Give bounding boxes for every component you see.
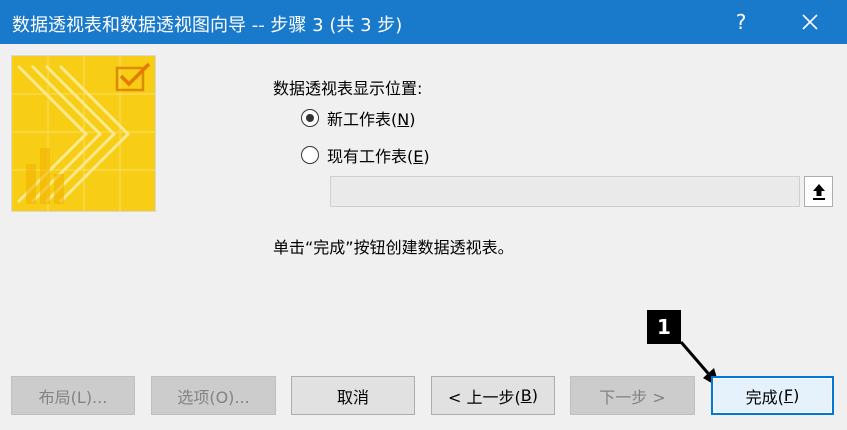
help-icon: ? [735, 10, 747, 34]
finish-button[interactable]: 完成(F) [711, 376, 834, 415]
close-icon [802, 14, 818, 30]
back-button[interactable]: < 上一步(B) [431, 376, 555, 415]
layout-button[interactable]: 布局(L)... [11, 376, 135, 415]
cancel-button[interactable]: 取消 [291, 376, 415, 415]
window-title: 数据透视表和数据透视图向导 -- 步骤 3 (共 3 步) [12, 15, 403, 36]
collapse-dialog-button[interactable] [804, 176, 833, 207]
pivot-wizard-dialog: 数据透视表和数据透视图向导 -- 步骤 3 (共 3 步) ? 数据透视表显示位… [0, 0, 847, 430]
placement-heading: 数据透视表显示位置: [273, 79, 423, 98]
existing-worksheet-radio[interactable] [301, 146, 319, 164]
collapse-dialog-icon [812, 183, 825, 200]
new-worksheet-radio[interactable] [301, 109, 319, 127]
next-button[interactable]: 下一步 > [570, 376, 695, 415]
help-button[interactable]: ? [718, 0, 764, 44]
step-number-badge: 1 [647, 310, 681, 344]
options-button[interactable]: 选项(O)... [151, 376, 276, 415]
close-button[interactable] [787, 0, 833, 44]
new-worksheet-label: 新工作表(N) [327, 110, 416, 129]
new-worksheet-option[interactable]: 新工作表(N) [301, 106, 415, 130]
finish-hint: 单击“完成”按钮创建数据透视表。 [273, 238, 514, 257]
wizard-illustration [11, 55, 156, 212]
location-range-input[interactable] [330, 176, 800, 207]
existing-worksheet-option[interactable]: 现有工作表(E) [301, 143, 430, 167]
title-bar[interactable]: 数据透视表和数据透视图向导 -- 步骤 3 (共 3 步) ? [0, 0, 847, 44]
existing-worksheet-label: 现有工作表(E) [327, 147, 430, 166]
